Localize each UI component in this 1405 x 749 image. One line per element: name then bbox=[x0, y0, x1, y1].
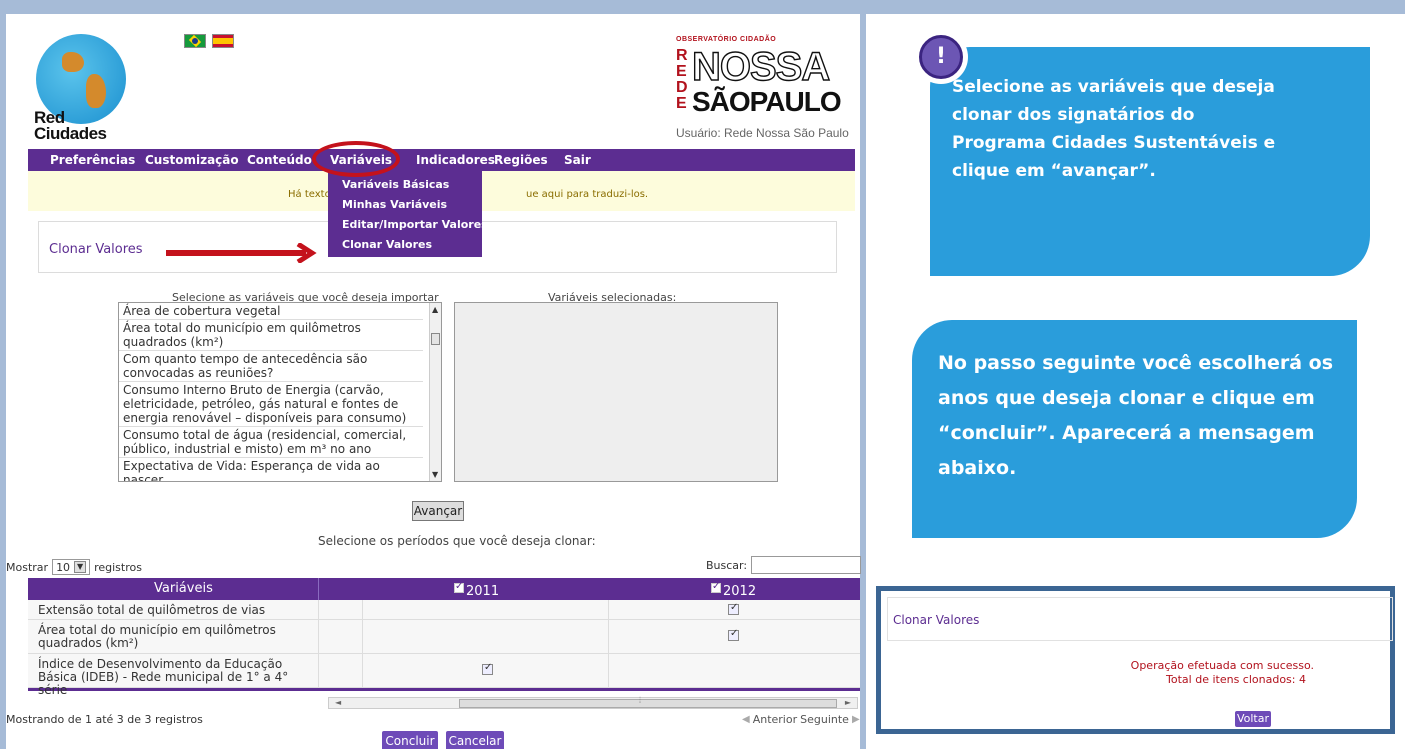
voltar-button[interactable]: Voltar bbox=[1235, 711, 1271, 727]
variaveis-dropdown: Variáveis Básicas Minhas Variáveis Edita… bbox=[328, 171, 488, 257]
success-message: Operação efetuada com sucesso. bbox=[1130, 659, 1314, 672]
dropdown-minhas-variaveis[interactable]: Minhas Variáveis bbox=[328, 195, 482, 215]
next-link[interactable]: Seguinte bbox=[800, 713, 849, 726]
avancar-button[interactable]: Avançar bbox=[412, 501, 464, 521]
next-icon[interactable]: ▶ bbox=[852, 714, 860, 725]
cloned-count: Total de itens clonados: 4 bbox=[1166, 673, 1306, 686]
logo-nossa: NOSSA bbox=[691, 45, 831, 89]
list-item[interactable]: Área total do município em quilômetros q… bbox=[119, 320, 423, 351]
row-variable: Índice de Desenvolvimento da Educação Bá… bbox=[38, 657, 289, 697]
dropdown-variaveis-basicas[interactable]: Variáveis Básicas bbox=[328, 175, 482, 195]
scroll-down-icon[interactable]: ▼ bbox=[432, 470, 438, 479]
page-title: Clonar Valores bbox=[49, 242, 143, 257]
instruction-callout-2: No passo seguinte você escolherá os anos… bbox=[912, 320, 1357, 538]
red-arrow-icon bbox=[166, 243, 317, 263]
logo-land bbox=[62, 52, 84, 72]
selected-variables-list[interactable] bbox=[454, 302, 778, 482]
header-2012[interactable]: 2012 bbox=[711, 581, 756, 599]
menu-regioes[interactable]: Regiões bbox=[494, 153, 548, 167]
logo-land bbox=[86, 74, 106, 108]
list-item[interactable]: Consumo total de água (residencial, come… bbox=[119, 427, 423, 458]
search-control: Buscar: bbox=[706, 556, 862, 574]
dropdown-editar-importar[interactable]: Editar/Importar Valores bbox=[328, 215, 488, 235]
user-label: Usuário: Rede Nossa São Paulo bbox=[676, 126, 849, 140]
spain-flag-icon[interactable] bbox=[212, 34, 234, 48]
dropdown-clonar-valores[interactable]: Clonar Valores bbox=[328, 235, 482, 255]
grip-icon: ⦙ bbox=[639, 696, 642, 706]
available-variables-list[interactable]: Área de cobertura vegetal Área total do … bbox=[118, 302, 442, 482]
scroll-thumb[interactable] bbox=[459, 699, 837, 708]
callout-1-text: Selecione as variáveis que deseja clonar… bbox=[952, 77, 1276, 181]
rede-nossa-sao-paulo-logo: OBSERVATÓRIO CIDADÃO REDE NOSSA SÃOPAULO… bbox=[676, 36, 852, 148]
checkbox-2011[interactable] bbox=[482, 662, 493, 675]
check-icon[interactable] bbox=[454, 581, 464, 593]
list-item[interactable]: Área de cobertura vegetal bbox=[119, 303, 423, 320]
records-info: Mostrando de 1 até 3 de 3 registros bbox=[6, 713, 203, 726]
screenshot-panel: Red Ciudades OBSERVATÓRIO CIDADÃO REDE NO… bbox=[6, 14, 862, 749]
concluir-button[interactable]: Concluir bbox=[382, 731, 438, 749]
notice-text-right[interactable]: ue aqui para traduzi-los. bbox=[526, 189, 648, 200]
checkbox-2012[interactable] bbox=[728, 628, 739, 641]
chevron-down-icon: ▼ bbox=[74, 561, 87, 573]
warning-icon: ! bbox=[914, 30, 968, 84]
menu-preferencias[interactable]: Preferências bbox=[50, 153, 135, 167]
list-item[interactable]: Com quanto tempo de antecedência são con… bbox=[119, 351, 423, 382]
table-row: Área total do município em quilômetros q… bbox=[28, 620, 860, 654]
result-title: Clonar Valores bbox=[893, 613, 980, 627]
table-row: Extensão total de quilômetros de vias bbox=[28, 600, 860, 620]
main-menu: Preferências Customização Conteúdo Variá… bbox=[28, 149, 855, 171]
brazil-flag-icon[interactable] bbox=[184, 34, 206, 48]
menu-sair[interactable]: Sair bbox=[564, 153, 591, 167]
page-size-select[interactable]: 10 ▼ bbox=[52, 559, 91, 575]
periods-label: Selecione os períodos que você deseja cl… bbox=[318, 534, 596, 548]
cancelar-button[interactable]: Cancelar bbox=[446, 731, 504, 749]
header-2011[interactable]: 2011 bbox=[454, 581, 499, 599]
list-item[interactable]: Expectativa de Vida: Esperança de vida a… bbox=[119, 458, 423, 481]
horizontal-scrollbar[interactable]: ◄ ⦙ ► bbox=[328, 696, 858, 709]
menu-customizacao[interactable]: Customização bbox=[145, 153, 239, 167]
row-variable: Área total do município em quilômetros q… bbox=[38, 623, 276, 650]
scroll-thumb[interactable] bbox=[431, 333, 440, 345]
menu-indicadores[interactable]: Indicadores bbox=[416, 153, 495, 167]
table-row: Índice de Desenvolvimento da Educação Bá… bbox=[28, 654, 860, 697]
check-icon[interactable] bbox=[711, 581, 721, 593]
top-border bbox=[0, 0, 1405, 14]
previous-icon[interactable]: ◀ bbox=[742, 714, 750, 725]
logo-rede: REDE bbox=[676, 47, 688, 112]
periods-table: Variáveis 2011 2012 Extensão total de qu… bbox=[28, 578, 860, 697]
instruction-callout-1: Selecione as variáveis que deseja clonar… bbox=[930, 47, 1370, 276]
previous-link[interactable]: Anterior bbox=[753, 713, 797, 726]
exclamation-icon: ! bbox=[919, 35, 963, 79]
page-size-control: Mostrar 10 ▼ registros bbox=[6, 559, 142, 575]
row-variable: Extensão total de quilômetros de vias bbox=[38, 603, 266, 617]
table-header: Variáveis 2011 2012 bbox=[28, 578, 860, 600]
logo-text: Red Ciudades bbox=[34, 108, 107, 143]
callout-2-text: No passo seguinte você escolherá os anos… bbox=[938, 352, 1334, 479]
success-result-panel: Clonar Valores Operação efetuada com suc… bbox=[876, 586, 1395, 734]
scroll-left-icon[interactable]: ◄ bbox=[335, 698, 341, 707]
red-ciudades-logo[interactable]: Red Ciudades bbox=[34, 34, 126, 152]
pagination: ◀ Anterior Seguinte ▶ bbox=[742, 713, 860, 726]
language-flags bbox=[184, 34, 234, 48]
registros-label: registros bbox=[94, 560, 142, 574]
list-scrollbar[interactable]: ▲ ▼ bbox=[429, 303, 441, 481]
mostrar-label: Mostrar bbox=[6, 560, 49, 574]
logo-observatorio: OBSERVATÓRIO CIDADÃO bbox=[676, 36, 777, 43]
search-label: Buscar: bbox=[706, 558, 748, 572]
scroll-right-icon[interactable]: ► bbox=[845, 698, 851, 707]
scroll-up-icon[interactable]: ▲ bbox=[432, 305, 438, 314]
checkbox-2012[interactable] bbox=[728, 602, 739, 615]
search-input[interactable] bbox=[751, 556, 862, 574]
logo-sao-paulo: SÃOPAULO bbox=[692, 86, 842, 117]
list-item[interactable]: Consumo Interno Bruto de Energia (carvão… bbox=[119, 382, 423, 427]
menu-conteudo[interactable]: Conteúdo bbox=[247, 153, 312, 167]
header-variaveis: Variáveis bbox=[154, 581, 213, 596]
highlight-oval bbox=[312, 141, 400, 177]
